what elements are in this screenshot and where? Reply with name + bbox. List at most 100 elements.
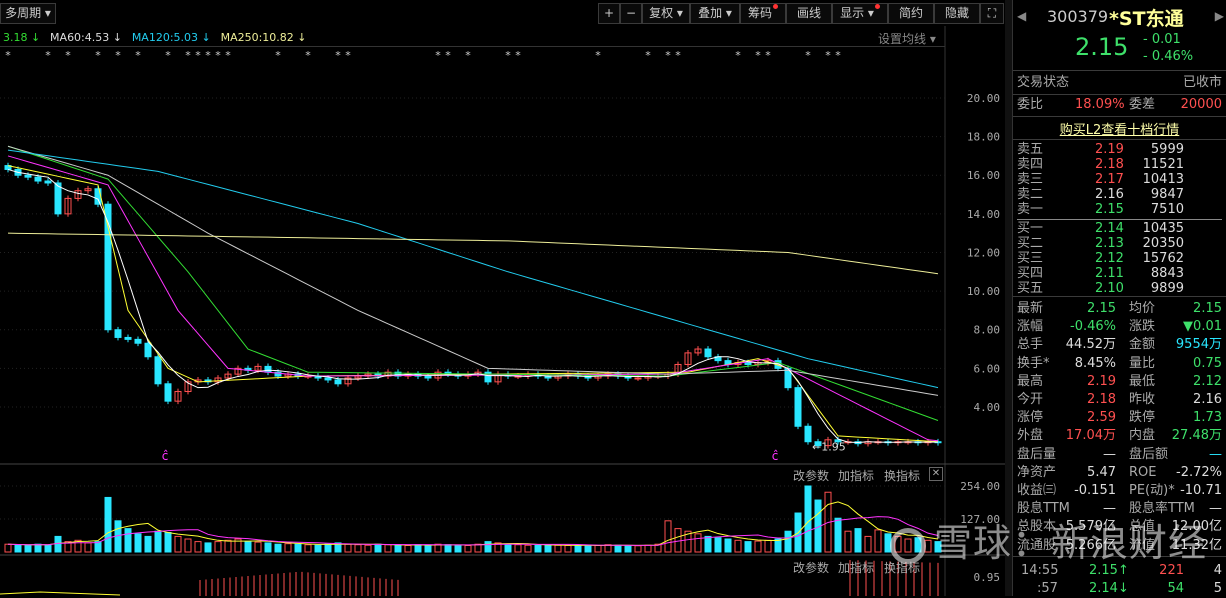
fullscreen-icon[interactable]: ⛶ <box>980 3 1004 24</box>
event-marker[interactable]: * <box>645 49 651 62</box>
candle <box>804 425 812 443</box>
weicha-label: 委差 <box>1129 97 1156 112</box>
event-marker[interactable]: * <box>165 49 171 62</box>
volume-bar <box>84 542 92 553</box>
fuquan-button[interactable]: 复权 ▾ <box>642 3 690 24</box>
event-marker[interactable]: * <box>675 49 681 62</box>
add-indicator-button[interactable]: 加指标 <box>838 559 874 576</box>
event-marker[interactable]: * <box>445 49 451 62</box>
chips-button[interactable]: 筹码 <box>740 3 786 24</box>
ask-level-label: 卖一 <box>1017 202 1044 217</box>
stock-code: 300379 <box>1047 7 1109 26</box>
weibi-value: 18.09% <box>1075 97 1125 112</box>
event-marker[interactable]: * <box>185 49 191 62</box>
switch-indicator-button[interactable]: 换指标 <box>884 467 920 484</box>
volume-bar <box>14 544 22 553</box>
prev-stock-icon[interactable]: ◀ <box>1017 9 1026 23</box>
candle <box>744 362 752 365</box>
ask-price[interactable]: 2.15 <box>1095 201 1124 219</box>
volume-bar <box>364 544 372 553</box>
panel-splitter[interactable] <box>1005 0 1012 596</box>
candle <box>44 180 52 184</box>
period-select[interactable]: 多周期 ▾ <box>0 3 56 24</box>
zoom-out-button[interactable]: − <box>620 3 642 24</box>
stat-value: 2.59 <box>1087 410 1116 426</box>
stat-label: PE(动)* <box>1129 483 1175 498</box>
hide-button[interactable]: 隐藏 <box>934 3 980 24</box>
event-marker[interactable]: * <box>305 49 311 62</box>
kline-chart[interactable]: 20.00 18.00 16.00 14.00 12.00 10.00 8.00 6.00 4.… <box>0 26 1005 596</box>
display-button[interactable]: 显示 ▾ <box>832 3 888 24</box>
tick-time: :57 <box>1037 581 1058 596</box>
event-marker[interactable]: * <box>65 49 71 62</box>
volume-bar <box>784 530 792 553</box>
volume-bar <box>4 543 12 553</box>
volume-bar <box>854 528 862 553</box>
event-marker[interactable]: * <box>765 49 771 62</box>
change-params-button[interactable]: 改参数 <box>793 467 829 484</box>
event-marker[interactable]: * <box>435 49 441 62</box>
volume-bar <box>664 520 672 553</box>
close-icon[interactable]: ✕ <box>929 467 943 481</box>
event-marker[interactable]: * <box>825 49 831 62</box>
stat-label: ROE <box>1129 464 1157 480</box>
stat-value: — <box>1103 446 1116 462</box>
volume-bar <box>564 545 572 553</box>
event-marker[interactable]: * <box>215 49 221 62</box>
stat-value: 5.47 <box>1087 464 1116 480</box>
volume-bar <box>444 544 452 553</box>
event-marker[interactable]: * <box>515 49 521 62</box>
volume-bar <box>194 541 202 553</box>
stat-value: 2.15 <box>1193 301 1222 316</box>
event-marker[interactable]: * <box>115 49 121 62</box>
event-marker[interactable]: * <box>335 49 341 62</box>
volume-bar <box>534 545 542 553</box>
event-marker[interactable]: * <box>465 49 471 62</box>
simple-button[interactable]: 简约 <box>888 3 934 24</box>
zoom-in-button[interactable]: + <box>598 3 620 24</box>
stat-label: 涨停 <box>1017 410 1044 426</box>
draw-button[interactable]: 画线 <box>786 3 832 24</box>
event-marker[interactable]: * <box>755 49 761 62</box>
stat-label: 净资产 <box>1017 464 1057 480</box>
event-marker[interactable]: * <box>835 49 841 62</box>
volume-bar <box>304 544 312 553</box>
event-marker[interactable]: * <box>225 49 231 62</box>
event-marker[interactable]: * <box>505 49 511 62</box>
volume-bar <box>154 530 162 553</box>
event-marker[interactable]: * <box>595 49 601 62</box>
event-marker[interactable]: * <box>665 49 671 62</box>
event-marker[interactable]: * <box>135 49 141 62</box>
event-marker[interactable]: * <box>95 49 101 62</box>
event-marker[interactable]: * <box>195 49 201 62</box>
quote-panel: ◀ ▶ 300379 *ST东通 2.15 - 0.01 - 0.46% 交易状… <box>1012 0 1226 596</box>
buy-l2-link[interactable]: 购买L2查看十档行情 <box>1013 119 1226 138</box>
stat-value: -2.72% <box>1176 464 1222 480</box>
volume-bar <box>104 496 112 553</box>
volume-bar <box>264 542 272 553</box>
weibi-label: 委比 <box>1017 97 1044 112</box>
volume-bar <box>764 539 772 553</box>
next-stock-icon[interactable]: ▶ <box>1215 9 1224 23</box>
event-marker[interactable]: * <box>45 49 51 62</box>
volume-bar <box>574 545 582 553</box>
event-marker[interactable]: * <box>5 49 11 62</box>
price-change: - 0.01 <box>1143 32 1181 47</box>
event-marker[interactable]: * <box>735 49 741 62</box>
event-marker[interactable]: * <box>805 49 811 62</box>
overlay-button[interactable]: 叠加 ▾ <box>690 3 740 24</box>
event-marker[interactable]: * <box>275 49 281 62</box>
overlay-label: 叠加 <box>698 6 723 20</box>
change-params-button[interactable]: 改参数 <box>793 559 829 576</box>
chips-label: 筹码 <box>747 6 772 20</box>
stat-value: — <box>1209 501 1222 517</box>
volume-bar <box>514 544 522 553</box>
candle <box>54 182 62 215</box>
add-indicator-button[interactable]: 加指标 <box>838 467 874 484</box>
event-marker[interactable]: * <box>205 49 211 62</box>
price-tick-label: 10.00 <box>967 285 1000 298</box>
stat-value: 2.19 <box>1087 373 1116 389</box>
event-marker[interactable]: * <box>345 49 351 62</box>
stat-label: 金额 <box>1129 337 1156 353</box>
stat-label: 最高 <box>1017 373 1044 389</box>
